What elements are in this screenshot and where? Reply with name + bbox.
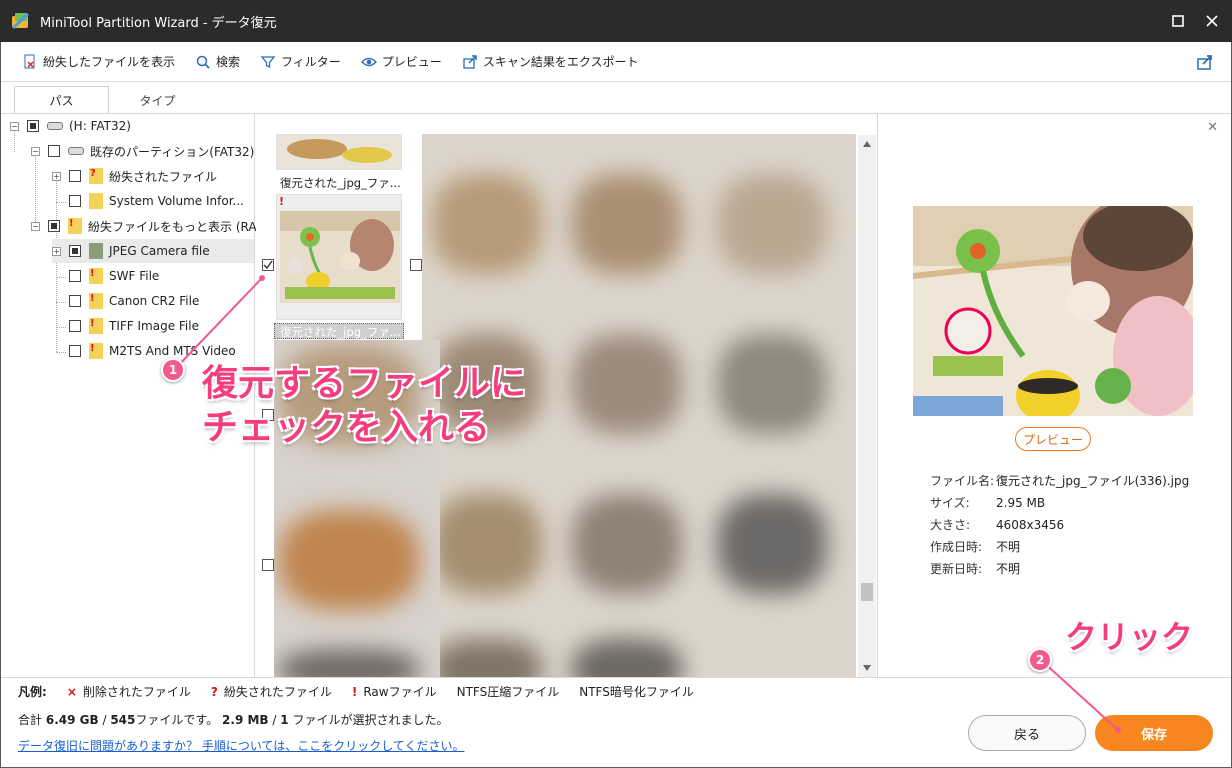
step-badge-2: 2 (1028, 648, 1052, 672)
annotation-line: 復元するファイルに (202, 363, 527, 404)
annotation-line: チェックを入れる (202, 407, 491, 448)
annotation-step1: 復元するファイルに チェックを入れる (202, 362, 526, 450)
annotation-step2: クリック (1065, 618, 1194, 656)
step-badge-1: 1 (161, 358, 185, 382)
